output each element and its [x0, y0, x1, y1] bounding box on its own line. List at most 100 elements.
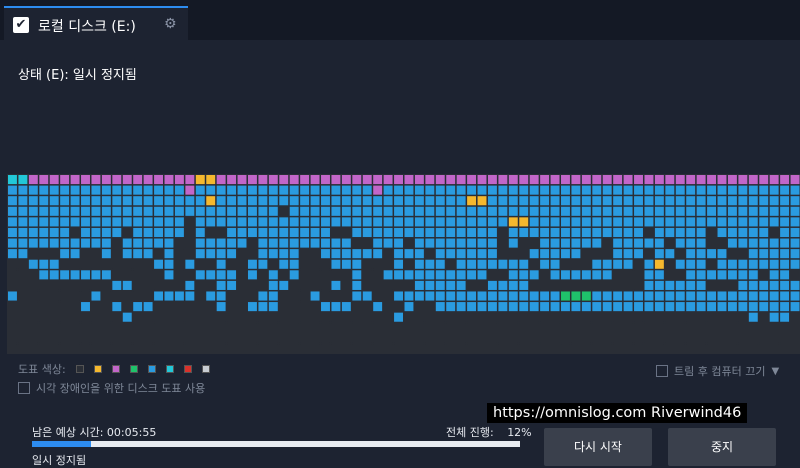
- disk-block: [70, 333, 80, 343]
- disk-block: [727, 196, 737, 206]
- disk-block: [769, 185, 779, 195]
- disk-block: [425, 270, 435, 280]
- disk-block: [540, 291, 550, 301]
- disk-block: [623, 249, 633, 259]
- disk-block: [508, 302, 518, 312]
- disk-block: [654, 249, 664, 259]
- disk-block: [195, 344, 205, 354]
- disk-block: [8, 333, 17, 343]
- disk-block: [696, 312, 706, 322]
- disk-block: [70, 185, 80, 195]
- disk-block: [519, 280, 529, 290]
- disk-block: [247, 175, 257, 185]
- tab-local-disk[interactable]: ✔ 로컬 디스크 (E:) ⚙: [4, 6, 188, 42]
- disk-block: [289, 238, 299, 248]
- disk-block: [571, 217, 581, 227]
- disk-block: [164, 175, 174, 185]
- disk-block: [383, 206, 393, 216]
- disk-block: [341, 333, 351, 343]
- disk-block: [394, 227, 403, 238]
- disk-block: [18, 175, 28, 185]
- disk-block: [613, 312, 623, 322]
- disk-block: [321, 280, 330, 290]
- disk-block: [300, 185, 310, 195]
- disk-block: [81, 333, 90, 343]
- disk-block: [174, 302, 184, 312]
- disk-block: [487, 333, 497, 343]
- disk-block: [738, 323, 748, 333]
- disk-block: [769, 291, 779, 301]
- accessibility-checkbox[interactable]: [18, 382, 30, 394]
- disk-block: [206, 302, 216, 312]
- disk-block: [780, 333, 790, 343]
- disk-block: [707, 302, 717, 312]
- disk-block: [154, 259, 164, 269]
- disk-block: [613, 196, 623, 206]
- restart-button[interactable]: 다시 시작: [544, 428, 652, 466]
- disk-block: [467, 196, 477, 206]
- disk-block: [112, 323, 122, 333]
- disk-block: [634, 312, 643, 322]
- disk-block: [738, 217, 748, 227]
- disk-block: [49, 280, 59, 290]
- disk-block: [28, 302, 38, 312]
- disk-block: [101, 344, 111, 354]
- disk-block: [268, 238, 278, 248]
- disk-block: [39, 196, 49, 206]
- shutdown-checkbox[interactable]: [656, 365, 668, 377]
- disk-block: [258, 259, 268, 269]
- disk-block: [143, 249, 153, 259]
- disk-block: [748, 291, 758, 301]
- disk-block: [174, 238, 184, 248]
- disk-block: [18, 227, 28, 238]
- accessibility-option[interactable]: 시각 장애인을 위한 디스크 도표 사용: [18, 380, 205, 396]
- disk-block: [613, 344, 623, 354]
- disk-block: [81, 249, 90, 259]
- disk-block: [780, 249, 790, 259]
- disk-block: [112, 302, 122, 312]
- tab-checkbox[interactable]: ✔: [13, 17, 29, 33]
- disk-block: [602, 270, 612, 280]
- disk-block: [634, 227, 643, 238]
- disk-block: [717, 302, 727, 312]
- disk-block: [571, 344, 581, 354]
- disk-block: [300, 238, 310, 248]
- disk-block: [394, 238, 403, 248]
- chevron-down-icon[interactable]: ▼: [771, 366, 779, 377]
- disk-block: [769, 238, 779, 248]
- disk-block: [498, 344, 508, 354]
- disk-block: [581, 270, 591, 280]
- disk-block: [122, 185, 132, 195]
- disk-block: [748, 185, 758, 195]
- disk-block: [112, 227, 122, 238]
- disk-block: [279, 206, 289, 216]
- disk-block: [321, 344, 330, 354]
- disk-block: [414, 238, 424, 248]
- disk-block: [289, 217, 299, 227]
- progress-bar: [32, 441, 520, 447]
- disk-block: [352, 344, 362, 354]
- disk-block: [529, 280, 539, 290]
- disk-block: [164, 238, 174, 248]
- disk-block: [675, 196, 685, 206]
- disk-block: [112, 206, 122, 216]
- stop-button[interactable]: 중지: [668, 428, 776, 466]
- disk-block: [268, 302, 278, 312]
- disk-block: [456, 175, 466, 185]
- disk-block: [623, 344, 633, 354]
- shutdown-label: 트림 후 컴퓨터 끄기: [674, 365, 766, 378]
- disk-block: [39, 175, 49, 185]
- disk-block: [352, 238, 362, 248]
- disk-block: [91, 196, 101, 206]
- shutdown-option[interactable]: 트림 후 컴퓨터 끄기 ▼: [656, 363, 779, 379]
- disk-block: [414, 312, 424, 322]
- disk-block: [456, 344, 466, 354]
- disk-map: [7, 174, 800, 354]
- disk-block: [707, 333, 717, 343]
- disk-block: [477, 323, 487, 333]
- disk-block: [394, 249, 403, 259]
- disk-block: [237, 217, 247, 227]
- disk-block: [91, 259, 101, 269]
- disk-block: [394, 217, 403, 227]
- disk-block: [623, 185, 633, 195]
